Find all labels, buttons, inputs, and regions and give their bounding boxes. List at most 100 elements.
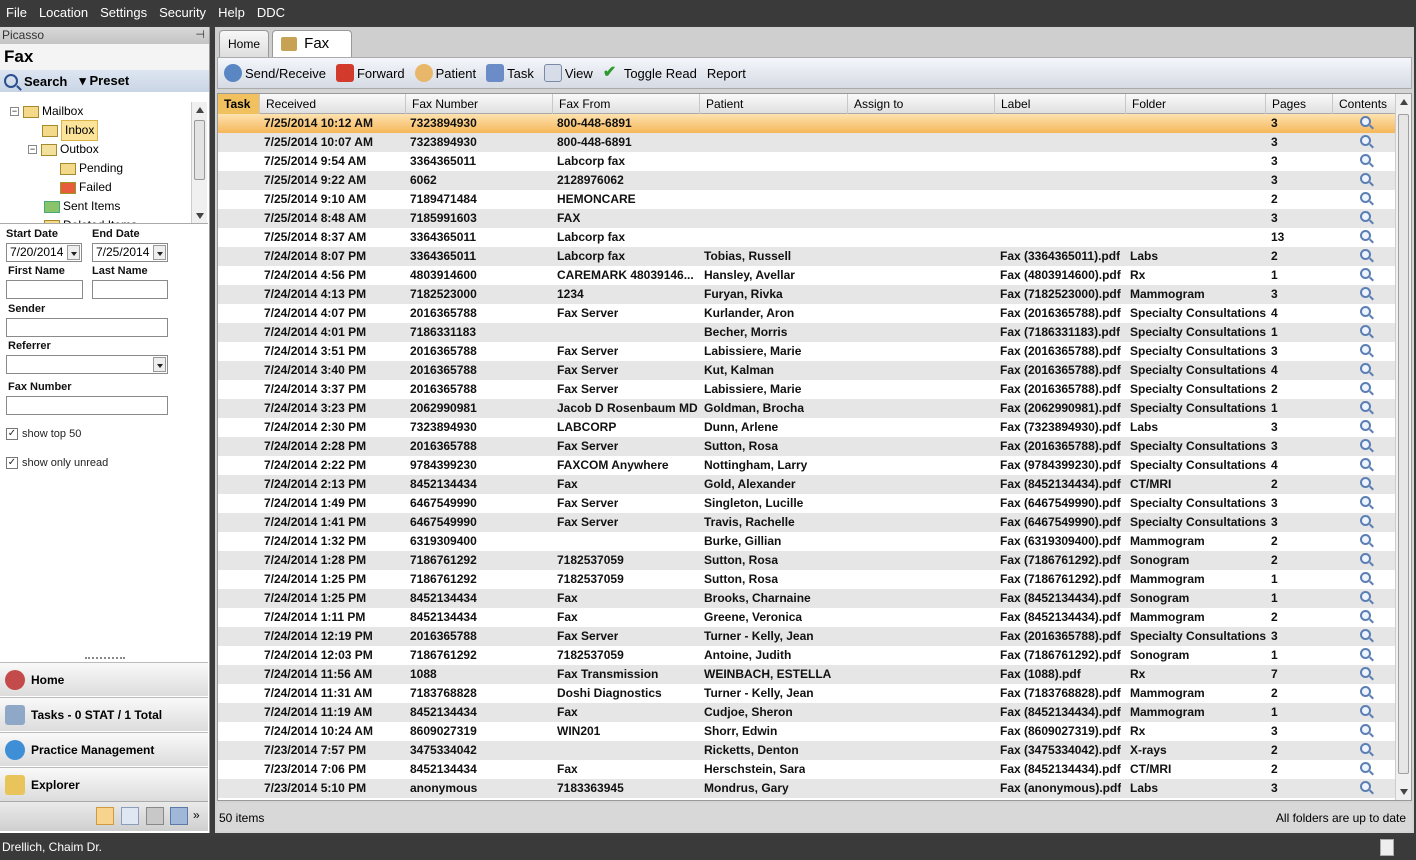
table-row[interactable]: 7/24/2014 10:24 AM 8609027319 WIN201 Shorr,… [218,722,1396,741]
menu-file[interactable]: File [0,0,33,25]
scroll-up-icon[interactable] [196,107,204,113]
magnifier-icon[interactable] [1360,363,1371,374]
table-row[interactable]: 7/24/2014 3:23 PM 2062990981 Jacob D Rosen… [218,399,1396,418]
magnifier-icon[interactable] [1360,192,1371,203]
table-row[interactable]: 7/25/2014 9:22 AM 6062 2128976062 3 [218,171,1396,190]
table-row[interactable]: 7/24/2014 4:07 PM 2016365788 Fax Server Kur… [218,304,1396,323]
tab-home[interactable]: Home [219,30,269,57]
patient-button[interactable]: Patient [414,64,476,82]
table-row[interactable]: 7/24/2014 1:28 PM 7186761292 7182537059 Sut… [218,551,1396,570]
col-task[interactable]: Task [218,94,260,114]
chevron-down-icon[interactable] [67,245,80,260]
table-row[interactable]: 7/24/2014 1:25 PM 8452134434 Fax Brooks, Ch… [218,589,1396,608]
fax-icon[interactable] [96,807,114,825]
tree-outbox[interactable]: − Outbox [28,140,99,159]
magnifier-icon[interactable] [1360,686,1371,697]
splitter-grip[interactable] [85,657,125,661]
table-row[interactable]: 7/25/2014 9:54 AM 3364365011 Labcorp fax 3 [218,152,1396,171]
table-row[interactable]: 7/24/2014 1:25 PM 7186761292 7182537059 Sut… [218,570,1396,589]
report-button[interactable]: Report [707,66,746,81]
nav-practice-management[interactable]: Practice Management [0,732,208,766]
magnifier-icon[interactable] [1360,515,1371,526]
magnifier-icon[interactable] [1360,705,1371,716]
table-row[interactable]: 7/25/2014 10:12 AM 7323894930 800-448-6891… [218,114,1396,133]
nav-tasks[interactable]: Tasks - 0 STAT / 1 Total [0,697,208,731]
end-date-picker[interactable]: 7/25/2014 [92,243,168,262]
collapse-icon[interactable]: − [28,145,37,154]
magnifier-icon[interactable] [1360,743,1371,754]
table-row[interactable]: 7/24/2014 2:28 PM 2016365788 Fax Server Sut… [218,437,1396,456]
table-row[interactable]: 7/24/2014 4:01 PM 7186331183 Becher, Morri… [218,323,1396,342]
magnifier-icon[interactable] [1360,325,1371,336]
magnifier-icon[interactable] [1360,420,1371,431]
magnifier-icon[interactable] [1360,591,1371,602]
magnifier-icon[interactable] [1360,572,1371,583]
table-row[interactable]: 7/24/2014 11:19 AM 8452134434 Fax Cudjoe, S… [218,703,1396,722]
table-row[interactable]: 7/24/2014 4:13 PM 7182523000 1234 Furyan, R… [218,285,1396,304]
table-row[interactable]: 7/24/2014 12:03 PM 7186761292 7182537059 An… [218,646,1396,665]
table-row[interactable]: 7/24/2014 4:56 PM 4803914600 CAREMARK 4803… [218,266,1396,285]
table-row[interactable]: 7/23/2014 5:10 PM anonymous 7183363945 Mond… [218,779,1396,798]
scroll-up-icon[interactable] [1400,99,1408,105]
tree-pending[interactable]: Pending [60,159,123,178]
tree-inbox[interactable]: Inbox [42,120,99,141]
magnifier-icon[interactable] [1360,306,1371,317]
pdf-icon[interactable] [1380,839,1394,856]
magnifier-icon[interactable] [1360,781,1371,792]
table-row[interactable]: 7/24/2014 1:49 PM 6467549990 Fax Server Sin… [218,494,1396,513]
table-row[interactable]: 7/24/2014 3:37 PM 2016365788 Fax Server Lab… [218,380,1396,399]
magnifier-icon[interactable] [1360,287,1371,298]
last-name-input[interactable] [92,280,168,299]
table-row[interactable]: 7/25/2014 9:10 AM 7189471484 HEMONCARE 2 [218,190,1396,209]
magnifier-icon[interactable] [1360,477,1371,488]
wrench-icon[interactable] [146,807,164,825]
tree-failed[interactable]: Failed [60,178,112,197]
magnifier-icon[interactable] [1360,534,1371,545]
table-row[interactable]: 7/24/2014 2:30 PM 7323894930 LABCORP Dunn, … [218,418,1396,437]
table-row[interactable]: 7/24/2014 2:13 PM 8452134434 Fax Gold, Alex… [218,475,1396,494]
table-row[interactable]: 7/23/2014 7:57 PM 3475334042 Ricketts, Den… [218,741,1396,760]
fax-number-input[interactable] [6,396,168,415]
document-icon[interactable] [121,807,139,825]
col-label[interactable]: Label [995,94,1126,114]
magnifier-icon[interactable] [1360,382,1371,393]
magnifier-icon[interactable] [1360,135,1371,146]
magnifier-icon[interactable] [1360,439,1371,450]
magnifier-icon[interactable] [1360,553,1371,564]
table-row[interactable]: 7/24/2014 1:41 PM 6467549990 Fax Server Tra… [218,513,1396,532]
send-receive-button[interactable]: Send/Receive [224,64,326,82]
magnifier-icon[interactable] [1360,648,1371,659]
magnifier-icon[interactable] [1360,610,1371,621]
magnifier-icon[interactable] [1360,629,1371,640]
scroll-down-icon[interactable] [1400,789,1408,795]
col-fax-number[interactable]: Fax Number [406,94,553,114]
pin-icon[interactable]: ⊣ [195,27,205,44]
table-row[interactable]: 7/24/2014 12:19 PM 2016365788 Fax Server Tu… [218,627,1396,646]
show-top-checkbox[interactable]: ✓ [6,428,18,440]
magnifier-icon[interactable] [1360,211,1371,222]
menu-help[interactable]: Help [212,0,251,25]
scroll-thumb[interactable] [1398,114,1409,774]
scroll-thumb[interactable] [194,120,205,180]
table-row[interactable]: 7/24/2014 11:56 AM 1088 Fax Transmission WE… [218,665,1396,684]
magnifier-icon[interactable] [1360,249,1371,260]
table-row[interactable]: 7/24/2014 3:40 PM 2016365788 Fax Server Kut… [218,361,1396,380]
tree-scrollbar[interactable] [191,102,207,223]
table-row[interactable]: 7/24/2014 8:07 PM 3364365011 Labcorp fax To… [218,247,1396,266]
col-assign-to[interactable]: Assign to [848,94,995,114]
magnifier-icon[interactable] [1360,496,1371,507]
chevron-down-icon[interactable] [153,357,166,372]
start-date-picker[interactable]: 7/20/2014 [6,243,82,262]
magnifier-icon[interactable] [1360,667,1371,678]
show-unread-checkbox[interactable]: ✓ [6,457,18,469]
magnifier-icon[interactable] [1360,401,1371,412]
toggle-read-button[interactable]: ✔ Toggle Read [603,64,697,82]
menu-ddc[interactable]: DDC [251,0,291,25]
overflow-chevron-icon[interactable]: » [193,807,203,825]
preset-button[interactable]: ▾ Preset [79,73,129,89]
table-row[interactable]: 7/24/2014 1:11 PM 8452134434 Fax Greene, Ve… [218,608,1396,627]
collapse-icon[interactable]: − [10,107,19,116]
magnifier-icon[interactable] [1360,458,1371,469]
magnifier-icon[interactable] [1360,154,1371,165]
col-contents[interactable]: Contents [1333,94,1396,114]
